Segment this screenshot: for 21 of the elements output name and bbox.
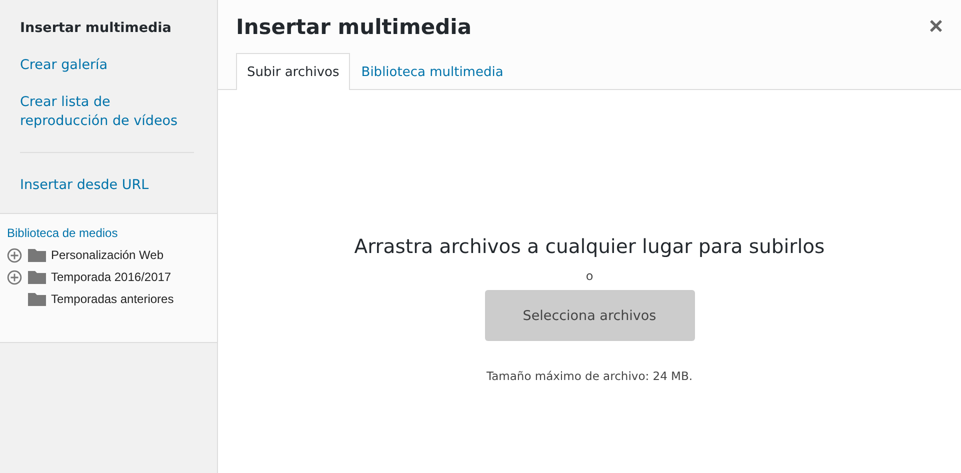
expand-icon[interactable] <box>7 248 22 262</box>
select-files-button[interactable]: Selecciona archivos <box>484 290 694 341</box>
menu-item[interactable]: Insertar desde URL <box>20 176 197 213</box>
folder-name[interactable]: Temporada 2016/2017 <box>51 270 172 284</box>
tab[interactable]: Biblioteca multimedia <box>350 53 514 90</box>
expand-icon[interactable] <box>7 270 22 284</box>
menu-item[interactable]: Crear galería <box>20 56 197 93</box>
max-size-text: Tamaño máximo de archivo: 24 MB. <box>486 369 693 383</box>
folder-icon <box>28 248 46 262</box>
menu-item[interactable]: Crear lista de reproducción de vídeos <box>20 93 197 149</box>
close-button[interactable]: × <box>926 16 945 38</box>
folder-icon <box>28 292 46 306</box>
dialog-title: Insertar multimedia <box>236 14 472 38</box>
drop-instructions: Arrastra archivos a cualquier lugar para subirlos <box>354 235 825 258</box>
library-link[interactable]: Biblioteca de medios <box>7 226 210 240</box>
tab[interactable]: Subir archivos <box>236 53 350 90</box>
or-text: o <box>586 269 594 283</box>
folder-icon <box>28 270 46 284</box>
folder-name[interactable]: Temporadas anteriores <box>51 292 174 306</box>
folder-name[interactable]: Personalización Web <box>51 248 164 262</box>
menu-item[interactable]: Insertar multimedia <box>20 19 197 56</box>
